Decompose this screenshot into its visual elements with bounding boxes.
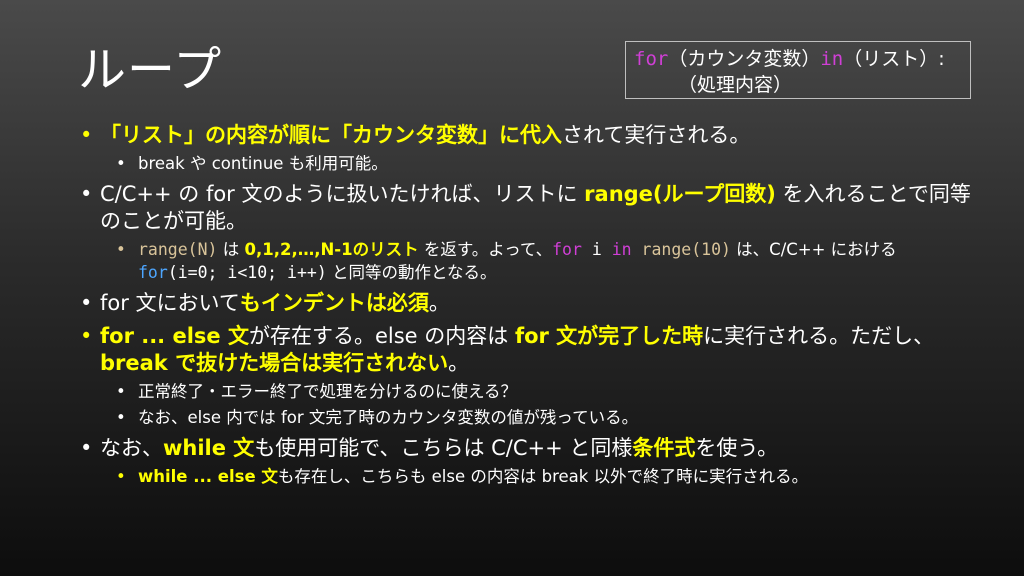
bullet-5-text-b: も使用可能で、こちらは C/C++ と同様	[254, 436, 633, 460]
bullet-2-highlight: range(ループ回数)	[584, 182, 776, 206]
syntax-list: （リスト）:	[843, 48, 945, 70]
bullet-5-sub-highlight: while ... else 文	[138, 467, 278, 486]
code-for-keyword: for	[552, 240, 582, 259]
bullet-2-sub-text-d: と同等の動作となる。	[326, 263, 497, 282]
code-c-for-keyword: for	[138, 263, 168, 282]
bullet-5-sub-text: も存在し、こちらも else の内容は break 以外で終了時に実行される。	[277, 467, 809, 486]
bullet-5-text-c: を使う。	[695, 436, 779, 460]
code-range-10: range(10)	[631, 240, 731, 259]
code-range-n: range(N)	[138, 240, 218, 259]
bullet-5-text-a: なお、	[100, 436, 163, 460]
bullet-3-highlight: もインデントは必須	[239, 291, 429, 315]
syntax-in-keyword: in	[820, 48, 844, 70]
bullet-2: C/C++ の for 文のように扱いたければ、リストに range(ループ回数…	[80, 181, 980, 235]
bullet-2-sub-text-b: を返す。よって、	[418, 240, 553, 259]
code-c-for-args: (i=0; i<10; i++)	[167, 263, 327, 282]
bullet-4-highlight-a: for ... else 文	[100, 324, 249, 348]
bullet-5-sub-1: while ... else 文も存在し、こちらも else の内容は brea…	[116, 465, 980, 488]
bullet-3: for 文においてもインデントは必須。	[80, 290, 980, 317]
syntax-box: for（カウンタ変数）in（リスト）: （処理内容）	[625, 41, 971, 99]
bullet-5: なお、while 文も使用可能で、こちらは C/C++ と同様条件式を使う。	[80, 435, 980, 462]
bullet-4-highlight-c: break で抜けた場合は実行されない	[100, 351, 449, 375]
bullet-5-highlight-a: while 文	[163, 436, 255, 460]
bullet-2-sub-1: range(N) は 0,1,2,…,N-1のリスト を返す。よって、for i…	[116, 238, 980, 284]
bullet-5-highlight-b: 条件式	[632, 436, 696, 460]
syntax-line-1: for（カウンタ変数）in（リスト）:	[634, 46, 970, 72]
bullet-4-highlight-b: for 文が完了した時	[514, 324, 704, 348]
bullet-list: 「リスト」の内容が順に「カウンタ変数」に代入されて実行される。 break や …	[80, 122, 980, 488]
bullet-1-highlight: 「リスト」の内容が順に「カウンタ変数」に代入	[100, 123, 562, 147]
bullet-4: for ... else 文が存在する。else の内容は for 文が完了した…	[80, 323, 980, 377]
bullet-1: 「リスト」の内容が順に「カウンタ変数」に代入されて実行される。	[80, 122, 980, 149]
bullet-3-text-b: 。	[428, 291, 450, 315]
bullet-2-sub-text-c: は、C/C++ における	[730, 240, 897, 259]
slide-title: ループ	[78, 42, 223, 98]
bullet-3-text-a: for 文において	[100, 291, 240, 315]
syntax-counter-var: （カウンタ変数）	[668, 48, 821, 70]
bullet-1-sub-1: break や continue も利用可能。	[116, 152, 980, 175]
code-in-keyword: in	[611, 240, 632, 259]
bullet-4-text-c: 。	[448, 351, 470, 375]
bullet-2-sub-highlight: 0,1,2,…,N-1のリスト	[244, 240, 419, 259]
bullet-1-text: されて実行される。	[562, 123, 751, 147]
syntax-for-keyword: for	[634, 48, 669, 70]
bullet-2-sub-text-a: は	[217, 240, 245, 259]
bullet-4-sub-1: 正常終了・エラー終了で処理を分けるのに使える？	[116, 380, 980, 403]
bullet-4-sub-2: なお、else 内では for 文完了時のカウンタ変数の値が残っている。	[116, 406, 980, 429]
code-i: i	[581, 240, 612, 259]
syntax-line-2: （処理内容）	[678, 74, 793, 96]
bullet-4-text-a: が存在する。else の内容は	[248, 324, 515, 348]
bullet-2-text-a: C/C++ の for 文のように扱いたければ、リストに	[100, 182, 585, 206]
bullet-4-text-b: に実行される。ただし、	[703, 324, 935, 348]
